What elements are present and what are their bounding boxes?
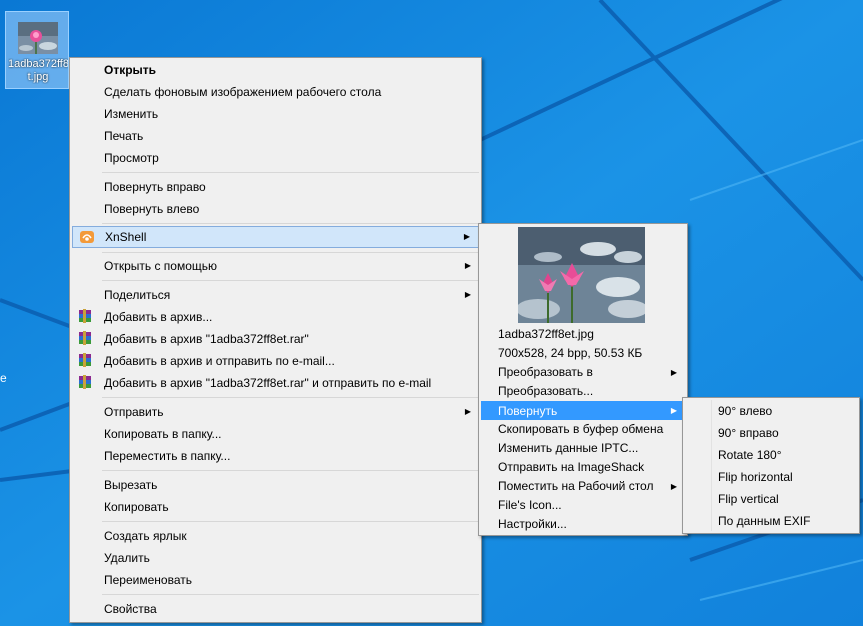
submenu-arrow-icon: ▶	[464, 407, 471, 416]
menu-share[interactable]: Поделиться ▶	[72, 284, 479, 306]
xnshell-send-imageshack[interactable]: Отправить на ImageShack	[481, 458, 685, 477]
submenu-arrow-icon: ▶	[464, 261, 471, 270]
rotate-90-left[interactable]: 90° влево	[685, 400, 857, 422]
rotate-by-exif[interactable]: По данным EXIF	[685, 510, 857, 532]
menu-delete[interactable]: Удалить	[72, 547, 479, 569]
xnshell-icon	[80, 231, 94, 243]
winrar-icon	[78, 331, 94, 347]
menu-move-to[interactable]: Переместить в папку...	[72, 445, 479, 467]
menu-separator	[102, 172, 479, 173]
menu-edit[interactable]: Изменить	[72, 103, 479, 125]
menu-print[interactable]: Печать	[72, 125, 479, 147]
menu-separator	[102, 223, 479, 224]
menu-separator	[102, 397, 479, 398]
rotate-submenu: 90° влево 90° вправо Rotate 180° Flip ho…	[682, 397, 860, 534]
winrar-icon	[78, 309, 94, 325]
winrar-icon	[78, 353, 94, 369]
winrar-icon	[78, 375, 94, 391]
menu-xnshell[interactable]: XnShell ▶	[72, 226, 479, 248]
xnshell-settings[interactable]: Настройки...	[481, 515, 685, 534]
rotate-90-right[interactable]: 90° вправо	[685, 422, 857, 444]
menu-separator	[102, 470, 479, 471]
desktop-icon-label: 1adba372ff8 t.jpg	[8, 58, 68, 83]
menu-add-archive-rar[interactable]: Добавить в архив "1adba372ff8et.rar"	[72, 328, 479, 350]
xnshell-rotate[interactable]: Повернуть ▶	[481, 401, 685, 420]
desktop-file-icon[interactable]: 1adba372ff8 t.jpg	[5, 11, 69, 89]
menu-cut[interactable]: Вырезать	[72, 474, 479, 496]
menu-set-wallpaper[interactable]: Сделать фоновым изображением рабочего ст…	[72, 81, 479, 103]
menu-add-archive[interactable]: Добавить в архив...	[72, 306, 479, 328]
xnshell-place-desktop[interactable]: Поместить на Рабочий стол ▶	[481, 477, 685, 496]
menu-copy[interactable]: Копировать	[72, 496, 479, 518]
submenu-arrow-icon: ▶	[463, 232, 470, 241]
xnshell-copy-clipboard[interactable]: Скопировать в буфер обмена	[481, 420, 685, 439]
xnshell-edit-iptc[interactable]: Изменить данные IPTC...	[481, 439, 685, 458]
menu-separator	[102, 252, 479, 253]
context-menu: Открыть Сделать фоновым изображением раб…	[69, 57, 482, 623]
menu-send-to[interactable]: Отправить ▶	[72, 401, 479, 423]
xnshell-image-info: 700x528, 24 bpp, 50.53 КБ	[498, 346, 643, 360]
submenu-arrow-icon: ▶	[670, 368, 677, 377]
rotate-180[interactable]: Rotate 180°	[685, 444, 857, 466]
xnshell-convert[interactable]: Преобразовать...	[481, 382, 685, 401]
flip-vertical[interactable]: Flip vertical	[685, 488, 857, 510]
menu-rotate-right[interactable]: Повернуть вправо	[72, 176, 479, 198]
xnshell-submenu: 1adba372ff8et.jpg 700x528, 24 bpp, 50.53…	[478, 223, 688, 536]
xnshell-files-icon[interactable]: File's Icon...	[481, 496, 685, 515]
menu-add-archive-email[interactable]: Добавить в архив и отправить по e-mail..…	[72, 350, 479, 372]
menu-add-archive-rar-email[interactable]: Добавить в архив "1adba372ff8et.rar" и о…	[72, 372, 479, 394]
menu-separator	[102, 594, 479, 595]
submenu-arrow-icon: ▶	[670, 482, 677, 491]
menu-open-with[interactable]: Открыть с помощью ▶	[72, 255, 479, 277]
menu-open[interactable]: Открыть	[72, 59, 479, 81]
xnshell-convert-to[interactable]: Преобразовать в ▶	[481, 363, 685, 382]
menu-separator	[102, 280, 479, 281]
menu-preview[interactable]: Просмотр	[72, 147, 479, 169]
desktop-edge-text: e	[0, 371, 7, 385]
menu-properties[interactable]: Свойства	[72, 598, 479, 620]
image-preview-thumbnail	[518, 227, 645, 323]
xnshell-filename: 1adba372ff8et.jpg	[498, 327, 594, 341]
menu-create-shortcut[interactable]: Создать ярлык	[72, 525, 479, 547]
menu-rename[interactable]: Переименовать	[72, 569, 479, 591]
menu-copy-to[interactable]: Копировать в папку...	[72, 423, 479, 445]
image-file-icon	[18, 22, 58, 54]
flip-horizontal[interactable]: Flip horizontal	[685, 466, 857, 488]
menu-rotate-left[interactable]: Повернуть влево	[72, 198, 479, 220]
submenu-arrow-icon: ▶	[464, 290, 471, 299]
submenu-arrow-icon: ▶	[670, 406, 677, 415]
menu-separator	[102, 521, 479, 522]
